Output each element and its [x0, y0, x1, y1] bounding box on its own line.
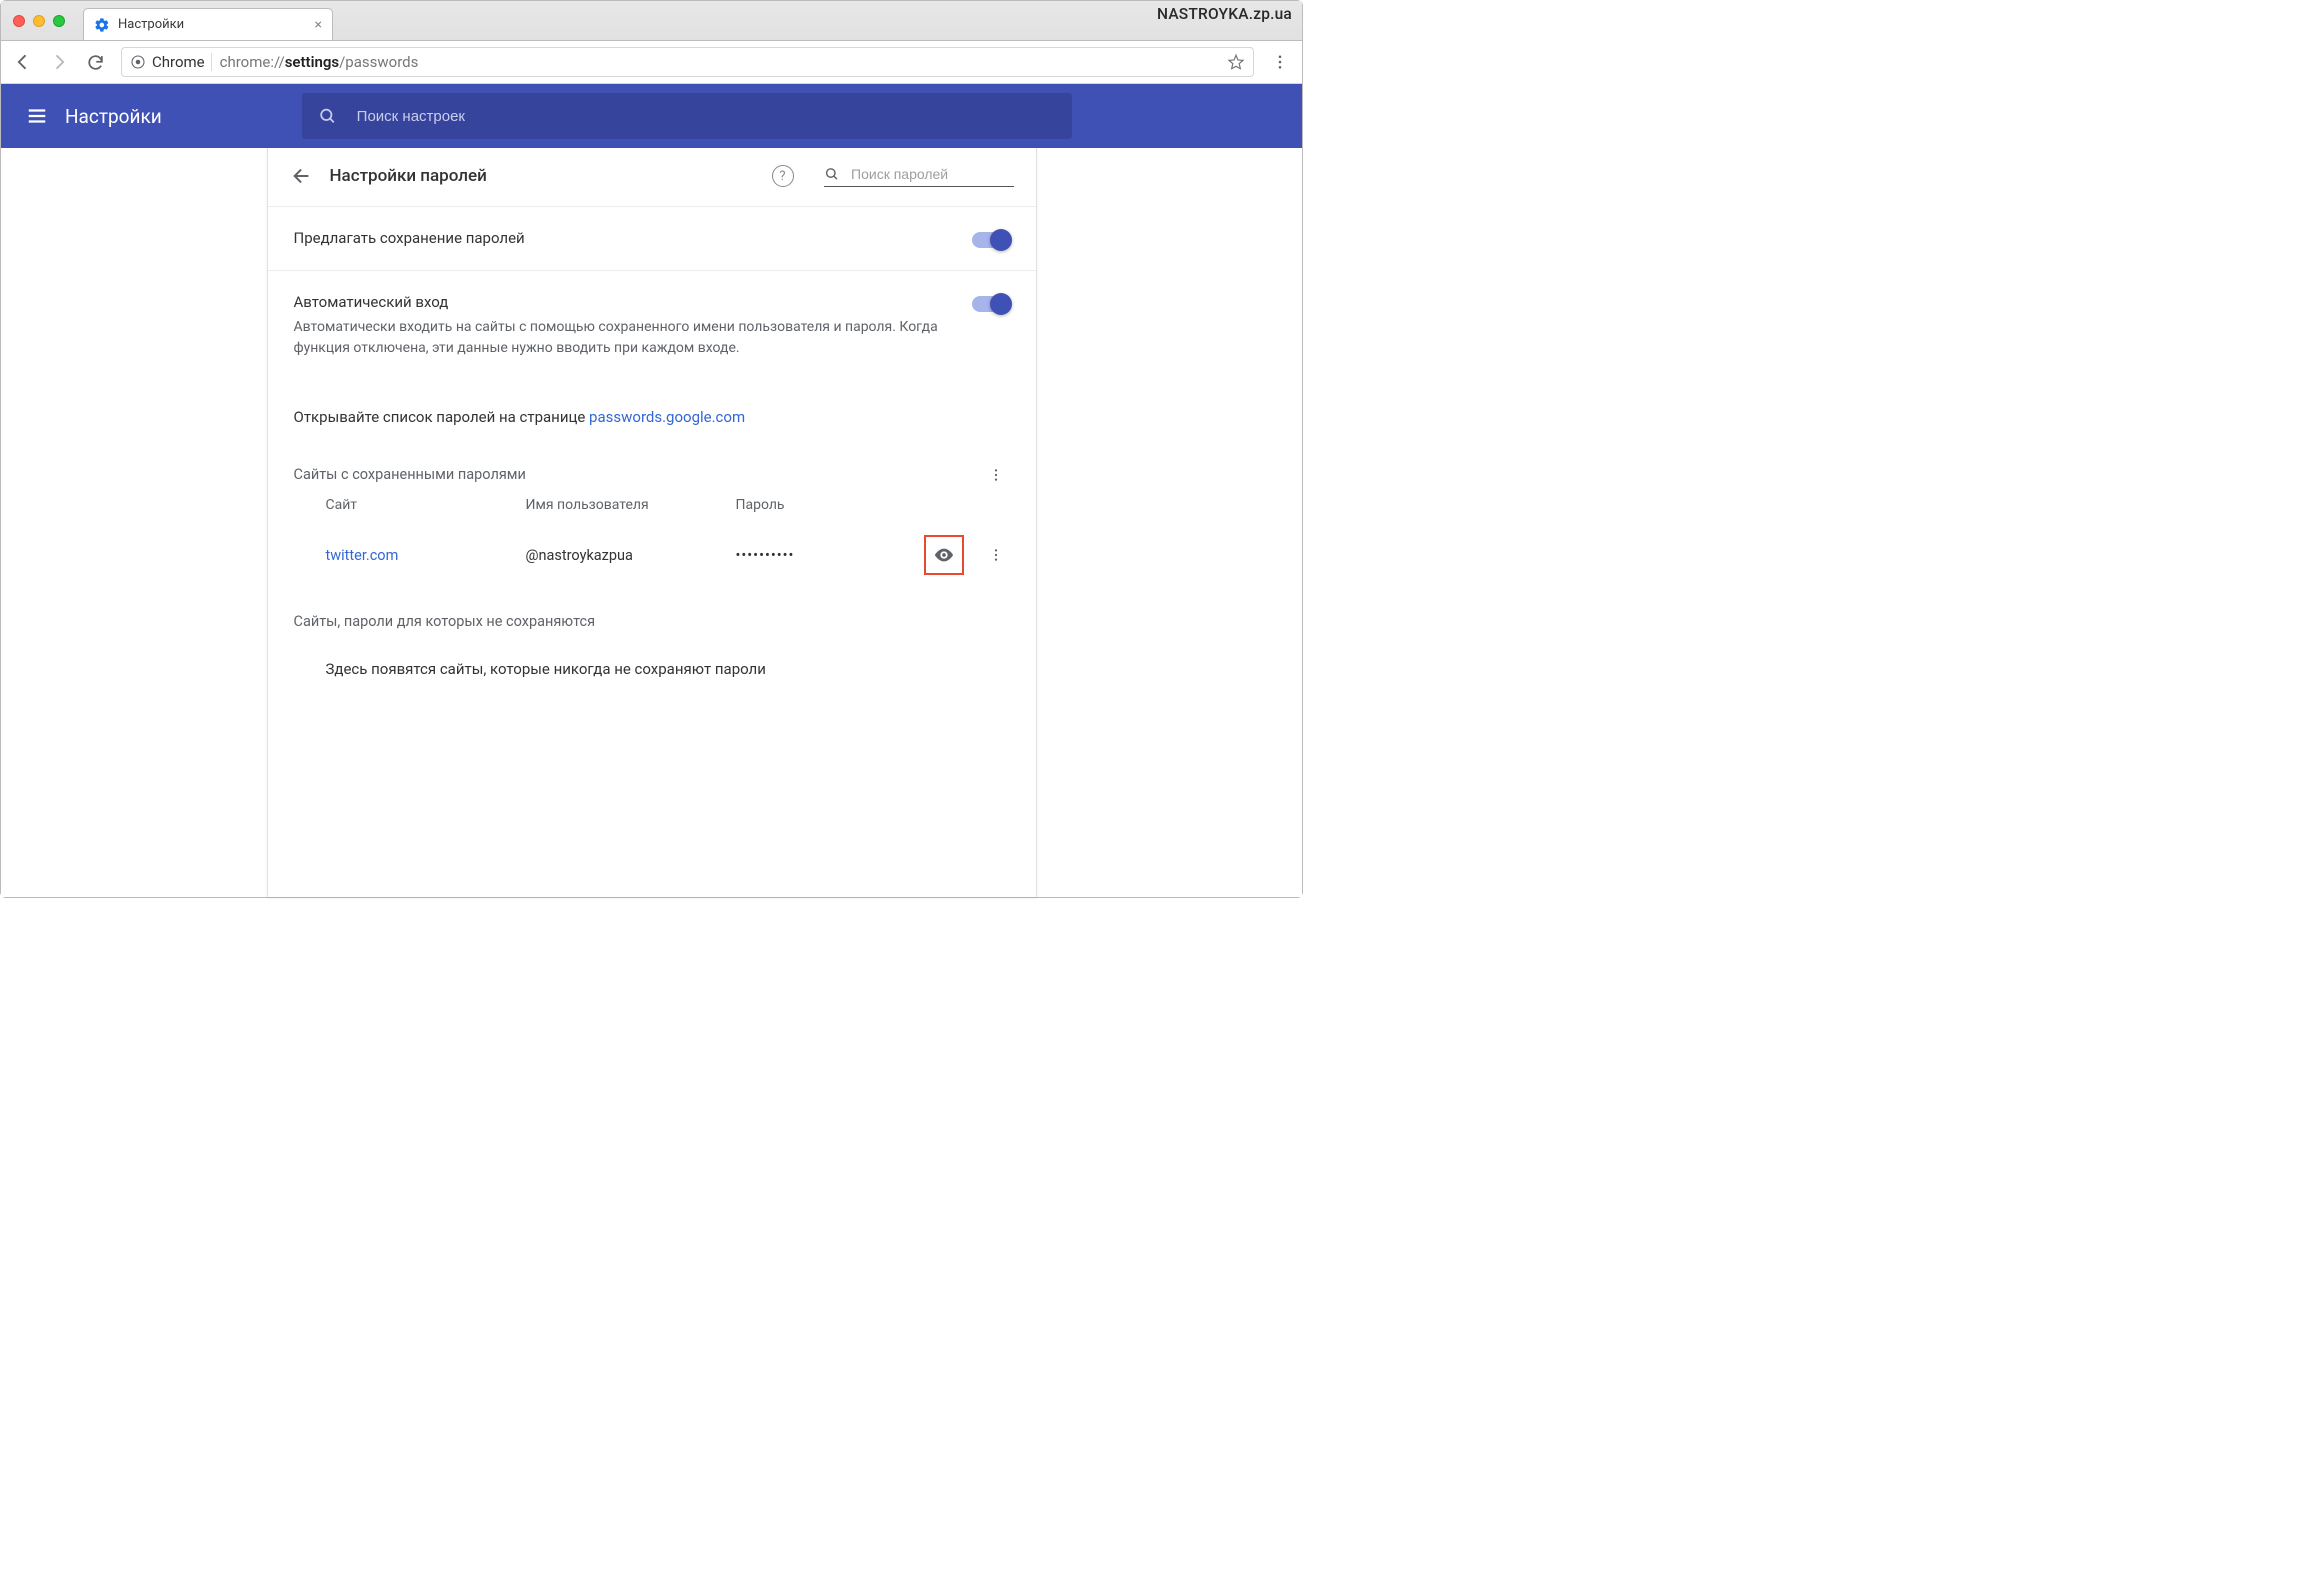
minimize-window-button[interactable]	[33, 15, 45, 27]
columns-row: Сайт Имя пользователя Пароль	[268, 483, 1036, 523]
col-pass: Пароль	[736, 497, 1010, 513]
never-save-empty: Здесь появятся сайты, которые никогда не…	[268, 638, 1036, 700]
maximize-window-button[interactable]	[53, 15, 65, 27]
settings-search-input[interactable]	[355, 107, 1056, 126]
password-cell: ••••••••••	[736, 547, 924, 564]
tab-title: Настройки	[118, 17, 307, 32]
passwords-search-input[interactable]	[849, 165, 1013, 183]
col-site: Сайт	[326, 497, 526, 513]
saved-passwords-header: Сайты с сохраненными паролями	[268, 466, 1036, 483]
search-icon	[318, 106, 337, 126]
username-cell: @nastroykazpua	[526, 547, 736, 564]
auto-signin-row: Автоматический вход Автоматически входит…	[268, 270, 1036, 381]
window-controls	[13, 15, 65, 27]
eye-icon	[933, 544, 955, 566]
passwords-card: Настройки паролей ? Предлагать сохранени…	[267, 148, 1037, 897]
tab-close-icon[interactable]: ×	[315, 17, 322, 33]
password-row: twitter.com @nastroykazpua ••••••••••	[268, 523, 1036, 587]
content-area: Настройки паролей ? Предлагать сохранени…	[1, 148, 1302, 897]
browser-toolbar: Chrome chrome://settings/passwords	[1, 41, 1302, 84]
reload-button[interactable]	[79, 46, 111, 78]
card-header: Настройки паролей ?	[268, 148, 1036, 206]
auto-signin-toggle[interactable]	[972, 296, 1010, 312]
app-title: Настройки	[65, 105, 162, 128]
close-window-button[interactable]	[13, 15, 25, 27]
menu-button[interactable]	[19, 98, 55, 134]
help-button[interactable]: ?	[772, 165, 794, 187]
offer-save-label: Предлагать сохранение паролей	[294, 229, 525, 247]
never-save-title: Сайты, пароли для которых не сохраняются	[268, 587, 1036, 638]
forward-button[interactable]	[43, 46, 75, 78]
url-text: chrome://settings/passwords	[220, 53, 1227, 71]
chrome-icon	[130, 54, 146, 70]
back-button[interactable]	[7, 46, 39, 78]
hint-prefix: Открывайте список паролей на странице	[294, 408, 590, 426]
show-password-button[interactable]	[924, 535, 964, 575]
google-passwords-hint: Открывайте список паролей на странице pa…	[268, 381, 1036, 456]
settings-gear-icon	[94, 17, 110, 33]
search-icon	[824, 165, 840, 183]
passwords-search[interactable]	[824, 165, 1014, 187]
url-scheme-label: Chrome	[152, 53, 212, 71]
settings-search[interactable]	[302, 93, 1072, 139]
offer-save-row: Предлагать сохранение паролей	[268, 206, 1036, 270]
browser-menu-button[interactable]	[1264, 46, 1296, 78]
saved-passwords-menu[interactable]	[982, 467, 1010, 483]
window-titlebar: Настройки × NASTROYKA.zp.ua	[1, 1, 1302, 41]
address-bar[interactable]: Chrome chrome://settings/passwords	[121, 47, 1254, 77]
app-header: Настройки	[1, 84, 1302, 148]
row-menu-button[interactable]	[982, 547, 1010, 563]
watermark-text: NASTROYKA.zp.ua	[1157, 5, 1292, 23]
browser-tab[interactable]: Настройки ×	[83, 8, 333, 40]
google-passwords-link[interactable]: passwords.google.com	[589, 408, 745, 426]
col-user: Имя пользователя	[526, 497, 736, 513]
site-link[interactable]: twitter.com	[326, 547, 399, 564]
auto-signin-title: Автоматический вход	[294, 293, 952, 311]
saved-passwords-title: Сайты с сохраненными паролями	[294, 466, 982, 483]
bookmark-star-icon[interactable]	[1227, 53, 1245, 71]
auto-signin-desc: Автоматически входить на сайты с помощью…	[294, 317, 952, 359]
offer-save-toggle[interactable]	[972, 232, 1010, 248]
page-title: Настройки паролей	[330, 166, 756, 186]
back-arrow-button[interactable]	[290, 164, 314, 188]
